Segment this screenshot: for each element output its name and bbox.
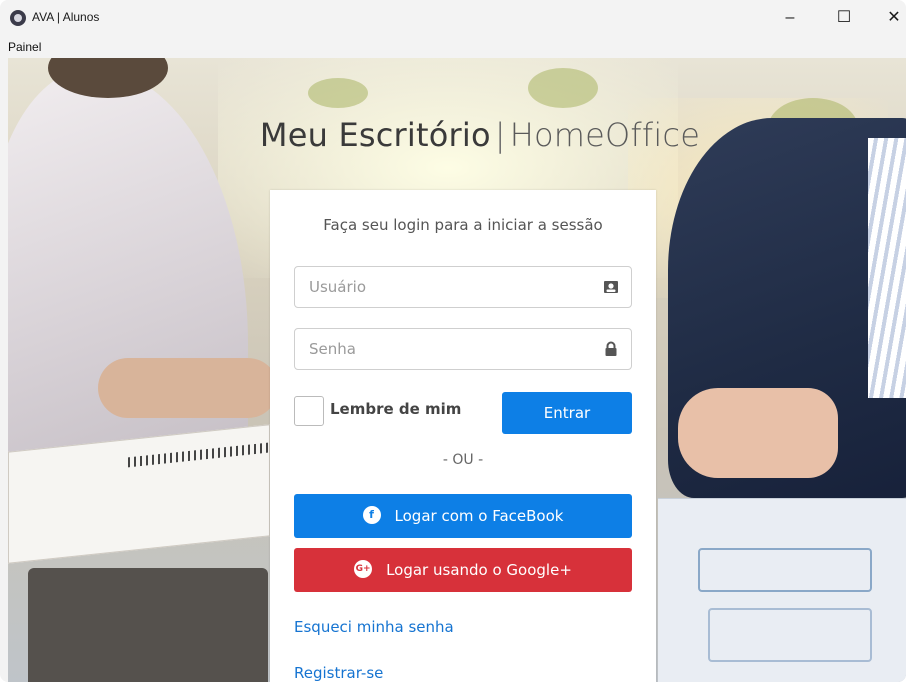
- document-chart: [708, 608, 872, 662]
- username-input[interactable]: [307, 267, 581, 307]
- remember-label[interactable]: Lembre de mim: [330, 400, 461, 418]
- forgot-password-link[interactable]: Esqueci minha senha: [294, 618, 454, 636]
- facebook-login-label: Logar com o FaceBook: [394, 506, 564, 525]
- facebook-login-button[interactable]: f Logar com o FaceBook: [294, 494, 632, 538]
- menu-bar: Painel: [0, 38, 906, 58]
- google-login-label: Logar usando o Google+: [386, 560, 572, 579]
- window-title: AVA | Alunos: [32, 10, 100, 24]
- user-id-icon: [604, 281, 618, 293]
- close-button[interactable]: ✕: [876, 6, 906, 30]
- dark-notebook: [28, 568, 268, 682]
- minimize-button[interactable]: –: [772, 6, 808, 30]
- login-heading: Faça seu login para a iniciar a sessão: [323, 216, 603, 234]
- plant-blur: [308, 78, 368, 108]
- menu-item-painel[interactable]: Painel: [8, 40, 41, 54]
- register-link[interactable]: Registrar-se: [294, 664, 383, 682]
- title-main: Meu Escritório: [259, 116, 491, 154]
- login-button[interactable]: Entrar: [502, 392, 632, 434]
- app-icon: [10, 10, 26, 26]
- title-bar: AVA | Alunos – ☐ ✕: [0, 0, 906, 38]
- app-window: AVA | Alunos – ☐ ✕ Painel Meu Escritório…: [0, 0, 906, 682]
- password-field[interactable]: [294, 328, 632, 370]
- login-card: Faça seu login para a iniciar a sessão U…: [270, 190, 656, 682]
- document-chart: [698, 548, 872, 592]
- title-secondary: HomeOffice: [509, 116, 701, 154]
- person-right-hand: [678, 388, 838, 478]
- plant-blur: [528, 68, 598, 108]
- page-title: Meu Escritório | HomeOffice: [240, 116, 720, 154]
- google-plus-icon: G+: [354, 560, 373, 579]
- or-divider: - OU -: [442, 452, 484, 468]
- google-login-button[interactable]: G+ Logar usando o Google+: [294, 548, 632, 592]
- remember-checkbox[interactable]: [294, 396, 324, 426]
- facebook-icon: f: [362, 506, 381, 525]
- maximize-button[interactable]: ☐: [826, 6, 862, 30]
- username-field[interactable]: [294, 266, 632, 308]
- lock-icon: [605, 341, 617, 356]
- password-input[interactable]: [307, 329, 581, 369]
- background-photo: Meu Escritório | HomeOffice Faça seu login…: [8, 58, 906, 682]
- person-right-shirt: [868, 138, 906, 398]
- title-separator: |: [494, 116, 506, 154]
- person-left-arm: [98, 358, 278, 418]
